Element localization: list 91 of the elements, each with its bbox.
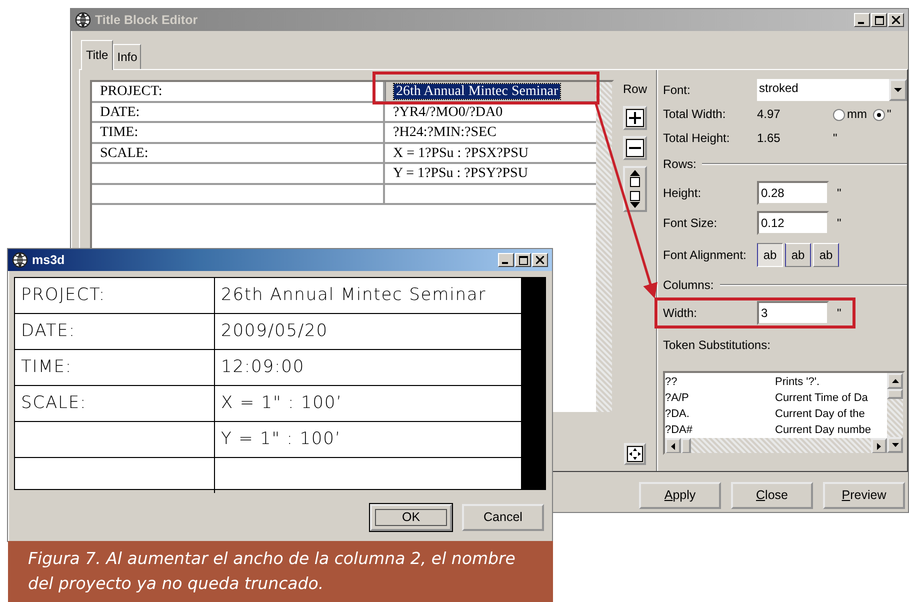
alignment-button[interactable]: ab (813, 242, 839, 266)
token-code: ?? (665, 375, 678, 390)
caret-icon (894, 88, 902, 92)
unit-label: " (837, 305, 842, 322)
table-cell: SCALE: (21, 393, 87, 413)
horizontal-scrollbar[interactable] (665, 438, 887, 453)
radio-label: mm (847, 106, 867, 123)
left-arrow-icon (671, 442, 675, 450)
maximize-button[interactable] (515, 253, 531, 267)
radio-label: " (887, 106, 892, 123)
vertical-scrollbar[interactable] (887, 373, 903, 453)
grid-cell[interactable]: 26th Annual Mintec Seminar (385, 82, 596, 102)
dialog-button[interactable]: Close (731, 482, 813, 509)
token-description: Current Day of the (775, 407, 865, 422)
close-button[interactable] (532, 253, 548, 267)
table-cell: TIME: (21, 357, 72, 377)
field-value: 1.65 (757, 130, 782, 147)
dialog-button[interactable]: Cancel (462, 504, 544, 531)
grid-cell[interactable]: ?H24:?MIN:?SEC (385, 123, 596, 144)
table-cell: 12:09:00 (221, 357, 305, 377)
window-title: ms3d (32, 252, 65, 269)
text-field[interactable]: 0.28 (757, 181, 829, 205)
field-label: Height: (663, 185, 702, 202)
table-cell: PROJECT: (21, 285, 106, 305)
section-heading: Rows: (663, 156, 696, 173)
field-label: Font Size: (663, 215, 718, 232)
field-label: Total Width: (663, 106, 727, 123)
window-title: Title Block Editor (95, 12, 198, 29)
token-description: Current Time of Da (775, 391, 868, 406)
grid-cell[interactable]: X = 1?PSu : ?PSX?PSU (385, 144, 596, 164)
minimize-button[interactable] (498, 253, 514, 267)
token-code: ?A/P (665, 391, 690, 406)
field-label: Total Height: (663, 130, 731, 147)
alignment-button[interactable]: ab (785, 242, 811, 266)
dialog-button[interactable]: Preview (823, 482, 905, 509)
table-cell: X = 1" : 100’ (221, 393, 342, 413)
table-cell: 26th Annual Mintec Seminar (221, 285, 486, 305)
close-icon (892, 16, 900, 24)
scrollbar-thumb[interactable] (887, 389, 903, 399)
close-icon (536, 256, 544, 264)
up-down-icon (628, 169, 642, 209)
field-label: Font: (663, 82, 692, 99)
dropdown-value: stroked (758, 80, 800, 97)
field-label: Token Substitutions: (663, 337, 770, 354)
unit-label: " (833, 130, 838, 147)
down-arrow-icon (892, 443, 898, 447)
unit-label: " (837, 215, 842, 232)
grid-cell: TIME: (92, 123, 385, 144)
table-cell: Y = 1" : 100’ (221, 429, 342, 449)
fit-button[interactable] (624, 443, 646, 465)
scrollbar[interactable] (596, 82, 612, 412)
grid-cell: DATE: (92, 102, 385, 123)
field-label: Font Alignment: (663, 246, 748, 264)
table-cell: DATE: (21, 321, 76, 341)
field-label: Width: (663, 305, 698, 322)
minus-button[interactable] (623, 136, 647, 160)
token-code: ?DA# (665, 423, 694, 438)
maximize-button[interactable] (871, 13, 887, 27)
close-button[interactable] (888, 13, 904, 27)
table-cell: 2009/05/20 (221, 321, 328, 341)
tab[interactable]: Info (113, 44, 142, 69)
tab[interactable]: Title (81, 40, 114, 70)
alignment-button[interactable]: ab (757, 242, 783, 266)
text-field[interactable]: 3 (757, 301, 829, 325)
up-arrow-icon (892, 379, 898, 383)
globe-icon (12, 252, 28, 268)
globe-icon (75, 12, 91, 28)
scrollbar-thumb[interactable] (681, 438, 691, 453)
font-dropdown[interactable]: stroked (757, 79, 907, 101)
dialog-button[interactable]: Apply (639, 482, 721, 509)
move-arrows-icon (627, 446, 643, 462)
field-value: 4.97 (757, 106, 782, 123)
figure-caption: Figura 7. Al aumentar el ancho de la columna 2, el nombre del proyecto ya no queda truncado. (8, 541, 553, 602)
token-description: Prints '?'. (775, 375, 820, 390)
move-row-buttons[interactable] (623, 166, 647, 212)
grid-cell: PROJECT: (92, 82, 385, 102)
grid-cell: SCALE: (92, 144, 385, 164)
right-arrow-icon (877, 442, 881, 450)
token-description: Current Day numbe (775, 423, 871, 438)
plus-button[interactable] (623, 106, 647, 130)
grid-cell[interactable]: ?YR4/?MO0/?DA0 (385, 102, 596, 123)
maximize-icon (518, 256, 528, 264)
grid-cell[interactable]: Y = 1?PSu : ?PSY?PSU (385, 164, 596, 184)
text-field[interactable]: 0.12 (757, 211, 829, 235)
minimize-button[interactable] (854, 13, 870, 27)
dialog-button[interactable]: OK (370, 504, 452, 531)
row-label: Row (622, 81, 647, 98)
unit-label: " (837, 185, 842, 202)
token-code: ?DA. (665, 407, 690, 422)
section-heading: Columns: (663, 277, 714, 294)
maximize-icon (874, 16, 884, 24)
